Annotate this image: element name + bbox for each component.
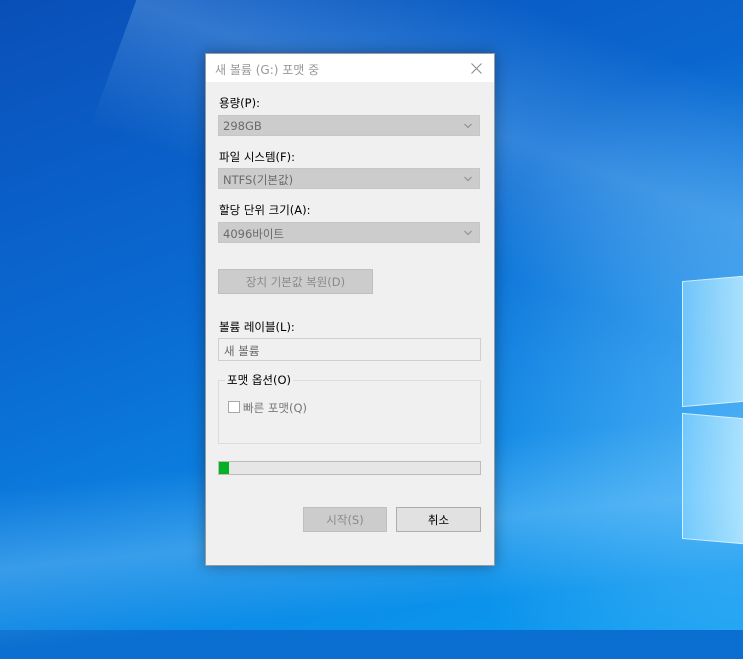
- volume-label-value: 새 볼륨: [224, 344, 260, 358]
- close-button[interactable]: [458, 54, 494, 82]
- allocation-unit-label: 할당 단위 크기(A):: [219, 203, 311, 217]
- logo-pane: [682, 412, 743, 546]
- title-bar[interactable]: 새 볼륨 (G:) 포맷 중: [206, 54, 494, 82]
- progress-fill: [219, 462, 230, 474]
- quick-format-checkbox[interactable]: [228, 401, 240, 413]
- volume-label-label: 볼륨 레이블(L):: [219, 320, 295, 334]
- window-title: 새 볼륨 (G:) 포맷 중: [215, 63, 320, 77]
- file-system-select[interactable]: NTFS(기본값): [218, 168, 480, 189]
- restore-defaults-button[interactable]: 장치 기본값 복원(D): [218, 269, 373, 294]
- chevron-down-icon: [464, 230, 472, 236]
- format-options-legend: 포맷 옵션(O): [225, 372, 293, 388]
- capacity-label: 용량(P):: [219, 96, 260, 110]
- chevron-down-icon: [464, 123, 472, 129]
- quick-format-label[interactable]: 빠른 포맷(Q): [243, 400, 307, 416]
- allocation-unit-value: 4096바이트: [223, 227, 285, 241]
- start-button[interactable]: 시작(S): [303, 507, 387, 532]
- chevron-down-icon: [464, 176, 472, 182]
- file-system-value: NTFS(기본값): [223, 173, 294, 187]
- cancel-button[interactable]: 취소: [396, 507, 481, 532]
- capacity-value: 298GB: [223, 119, 262, 133]
- file-system-label: 파일 시스템(F):: [219, 150, 296, 164]
- close-icon: [470, 62, 482, 74]
- logo-pane: [682, 274, 743, 408]
- format-progress-bar: [218, 461, 481, 475]
- capacity-select[interactable]: 298GB: [218, 115, 480, 136]
- windows-logo: [680, 270, 743, 550]
- format-options-group: 포맷 옵션(O) 빠른 포맷(Q): [218, 372, 481, 444]
- allocation-unit-select[interactable]: 4096바이트: [218, 222, 480, 243]
- volume-label-input[interactable]: 새 볼륨: [218, 338, 481, 361]
- format-dialog: 새 볼륨 (G:) 포맷 중 용량(P): 298GB 파일 시스템(F): N…: [205, 53, 495, 566]
